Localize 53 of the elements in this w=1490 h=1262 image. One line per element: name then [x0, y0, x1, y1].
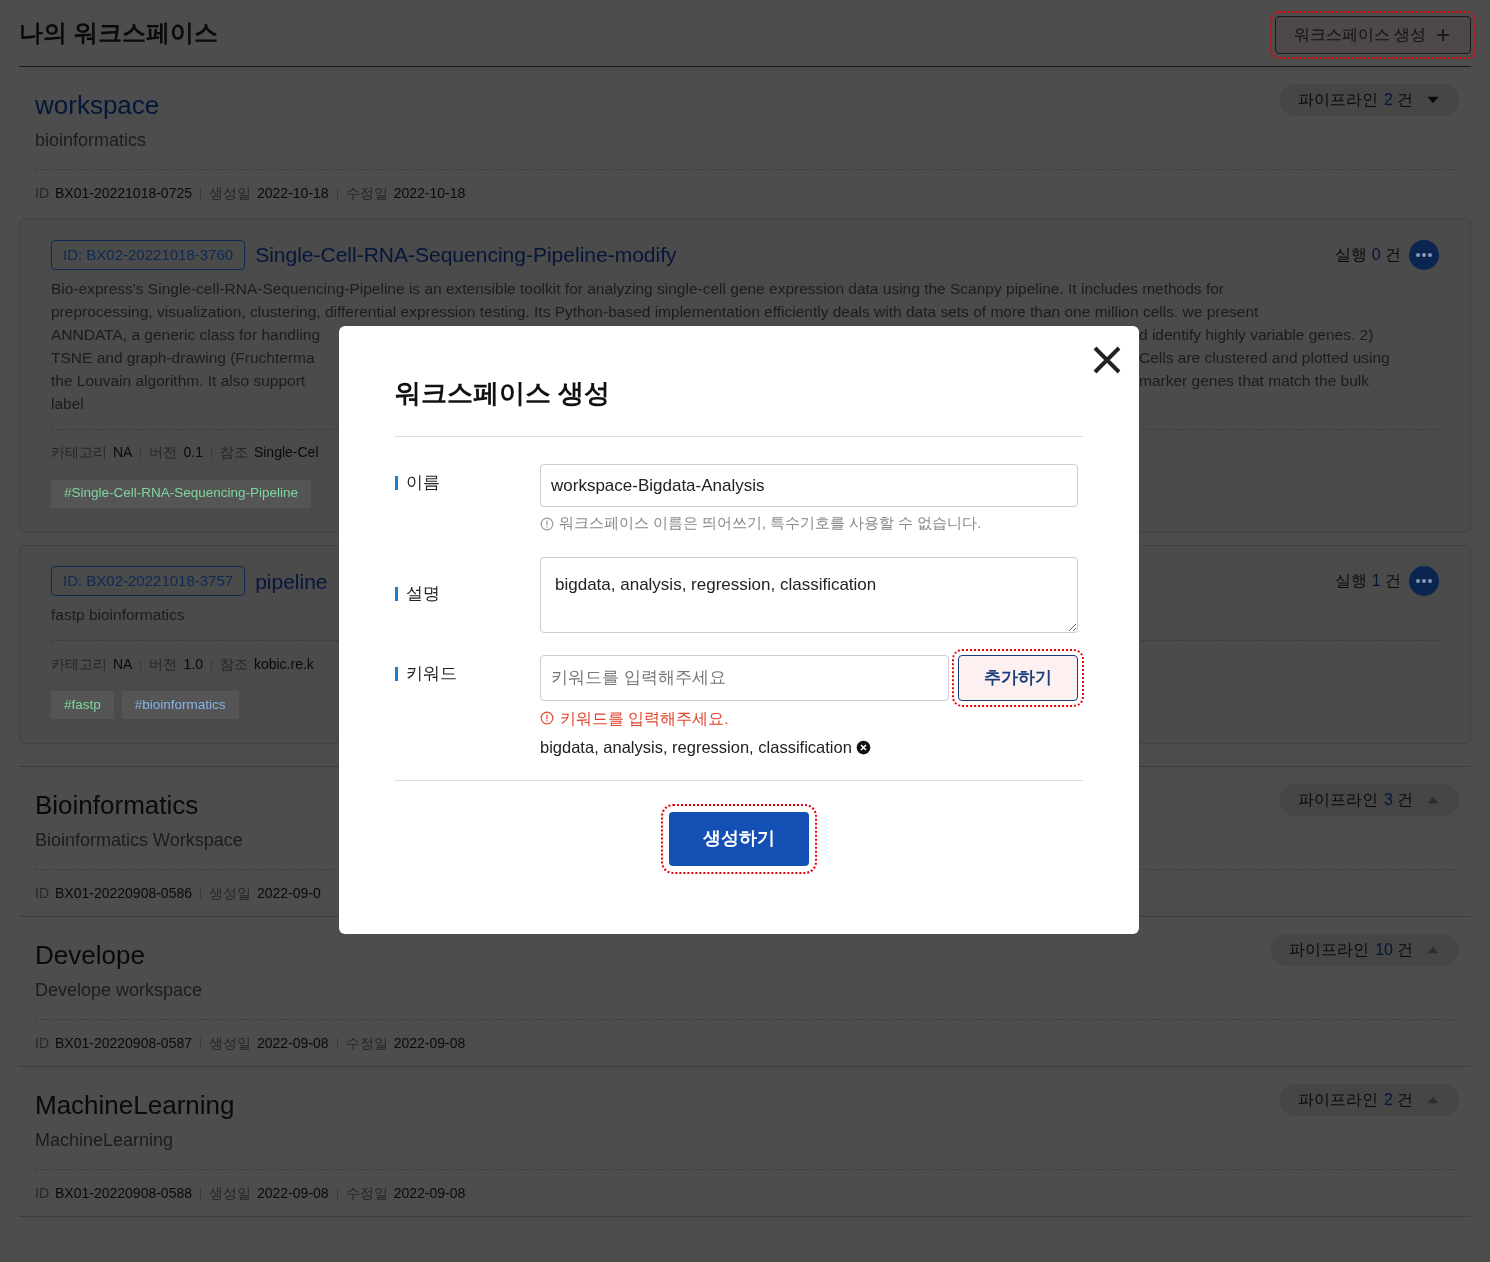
meta-value: 2022-09-08 — [257, 1033, 329, 1053]
pipeline-id-badge: ID: BX02-20221018-3760 — [51, 239, 246, 270]
meta-value: 2022-09-08 — [393, 1033, 466, 1053]
info-icon — [540, 516, 554, 531]
meta-value: 2022-10-18 — [257, 183, 329, 203]
pipeline-id-badge: ID: BX02-20221018-3757 — [51, 566, 246, 597]
meta-value: BX01-20220908-0588 — [55, 1183, 192, 1203]
run-count: 실행 0 건 — [1335, 244, 1401, 265]
pipeline-count-toggle[interactable]: 파이프라인 2 건 — [1280, 1084, 1459, 1116]
meta-value: 2022-09-0 — [257, 883, 321, 903]
tag[interactable]: #Single-Cell-RNA-Sequencing-Pipeline — [51, 479, 312, 508]
keyword-input[interactable]: 키워드를 입력해주세요 — [540, 654, 949, 701]
meta-value: BX01-20221018-0725 — [55, 183, 192, 203]
keyword-text: bigdata, analysis, regression, classification — [540, 737, 852, 758]
pipeline-count-toggle[interactable]: 파이프라인 2 건 — [1280, 84, 1459, 116]
pipeline-name[interactable]: pipeline — [255, 565, 328, 597]
meta-value: NA — [113, 443, 133, 462]
workspace-name[interactable]: MachineLearning — [35, 1087, 235, 1123]
workspace-name[interactable]: Develope — [35, 937, 203, 973]
tag[interactable]: #bioinformatics — [121, 691, 239, 719]
meta-value: 2022-10-18 — [393, 183, 466, 203]
meta-value: 0.1 — [183, 443, 203, 462]
field-label: 이름 — [406, 472, 440, 494]
meta-value: BX01-20220908-0587 — [55, 1033, 192, 1053]
tag[interactable]: #fastp — [51, 691, 114, 719]
page-title: 나의 워크스페이스 — [19, 18, 218, 48]
remove-icon[interactable] — [855, 739, 871, 755]
workspace-name[interactable]: workspace — [35, 87, 160, 123]
meta-value: 2022-09-08 — [257, 1183, 329, 1203]
more-icon — [1416, 579, 1432, 584]
meta-value: kobic.re.k — [253, 654, 314, 674]
meta-value: 2022-09-08 — [393, 1183, 466, 1203]
hint-text: 워크스페이스 이름은 띄어쓰기, 특수기호를 사용할 수 없습니다. — [559, 514, 982, 533]
error-icon — [540, 711, 554, 726]
dialog-title: 워크스페이스 생성 — [395, 326, 1083, 437]
name-input[interactable]: workspace-Bigdata-Analysis — [540, 464, 1078, 507]
field-label: 설명 — [406, 582, 440, 605]
more-options-button[interactable] — [1409, 239, 1439, 270]
error-text: 키워드를 입력해주세요. — [560, 708, 729, 729]
field-label: 키워드 — [406, 662, 457, 685]
run-count: 실행 1 건 — [1335, 571, 1401, 592]
meta-value: NA — [113, 654, 133, 674]
more-options-button[interactable] — [1409, 566, 1439, 597]
description-input[interactable]: bigdata, analysis, regression, classification — [540, 556, 1078, 633]
plus-icon — [1434, 26, 1452, 44]
meta-value: Single-Cel — [253, 443, 319, 462]
meta-value: 1.0 — [183, 654, 203, 674]
pipeline-count-toggle[interactable]: 파이프라인 3 건 — [1280, 784, 1459, 816]
meta-value: BX01-20220908-0586 — [55, 883, 192, 903]
pipeline-count-toggle[interactable]: 파이프라인 10 건 — [1271, 934, 1459, 966]
pipeline-name[interactable]: Single-Cell-RNA-Sequencing-Pipeline-modify — [255, 239, 677, 271]
workspace-name[interactable]: Bioinformatics — [35, 787, 243, 823]
more-icon — [1416, 252, 1432, 257]
